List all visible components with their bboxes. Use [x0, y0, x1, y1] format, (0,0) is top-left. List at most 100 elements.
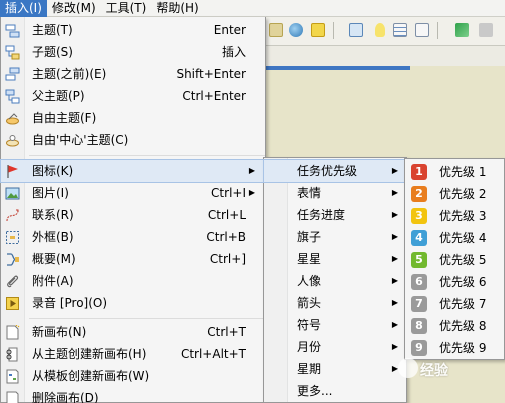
- menu-item-priority-5[interactable]: 5 优先级 5: [405, 249, 504, 271]
- topic-before-icon: [5, 67, 20, 81]
- menu-item-floating-central-topic[interactable]: 自由'中心'主题(C): [1, 129, 265, 151]
- menu-item-sheet-from-topic[interactable]: 从主题创建新画布(H) Ctrl+Alt+T: [1, 343, 265, 365]
- menu-item-task-progress[interactable]: 任务进度 ▶: [264, 204, 406, 226]
- menu-item-floating-topic[interactable]: 自由主题(F): [1, 107, 265, 129]
- menu-item-parent-topic[interactable]: 父主题(P) Ctrl+Enter: [1, 85, 265, 107]
- parent-topic-icon: [5, 89, 20, 104]
- submenu-arrow-icon: ▶: [391, 276, 398, 285]
- priority-3-icon: 3: [411, 208, 427, 224]
- menu-item-priority-6[interactable]: 6 优先级 6: [405, 271, 504, 293]
- new-sheet-icon: [6, 325, 20, 340]
- menu-item-flags[interactable]: 旗子 ▶: [264, 226, 406, 248]
- menu-item-task-priority[interactable]: 任务优先级 ▶: [263, 159, 407, 183]
- menu-item-people[interactable]: 人像 ▶: [264, 270, 406, 292]
- subtopic-icon: [5, 45, 20, 60]
- submenu-arrow-icon: ▶: [248, 166, 255, 175]
- watermark-text: 经验: [420, 363, 448, 379]
- delete-sheet-icon: [6, 391, 19, 403]
- menu-item-priority-9[interactable]: 9 优先级 9: [405, 337, 504, 359]
- menu-item-priority-7[interactable]: 7 优先级 7: [405, 293, 504, 315]
- priority-5-icon: 5: [411, 252, 427, 268]
- tab-strip: [265, 46, 505, 66]
- paperclip-icon: [7, 275, 19, 288]
- menu-item-priority-8[interactable]: 8 优先级 8: [405, 315, 504, 337]
- priority-2-icon: 2: [411, 186, 427, 202]
- menu-item-new-sheet[interactable]: 新画布(N) Ctrl+T: [1, 321, 265, 343]
- menu-item-image[interactable]: 图片(I) Ctrl+I ▶: [1, 182, 265, 204]
- task-check-icon[interactable]: [415, 23, 429, 37]
- submenu-arrow-icon: ▶: [391, 210, 398, 219]
- menu-item-record-audio[interactable]: 录音 [Pro](O): [1, 292, 265, 314]
- priority-9-icon: 9: [411, 340, 427, 356]
- menu-help[interactable]: 帮助(H): [151, 0, 203, 17]
- menu-item-arrows[interactable]: 箭头 ▶: [264, 292, 406, 314]
- menu-item-summary[interactable]: 概要(M) Ctrl+]: [1, 248, 265, 270]
- menu-item-weekdays[interactable]: 星期 ▶: [264, 358, 406, 380]
- priority-submenu: 1 优先级 1 2 优先级 2 3 优先级 3 4 优先级 4 5 优先级 5 6 优先级 …: [404, 158, 505, 360]
- toolbar-separator: [437, 22, 438, 39]
- toolbar-separator: [333, 22, 334, 39]
- menu-item-delete-sheet[interactable]: 删除画布(D): [1, 387, 265, 403]
- menu-insert[interactable]: 插入(I): [0, 0, 47, 17]
- floating-topic-icon: [6, 113, 19, 125]
- menu-item-sheet-from-template[interactable]: 从模板创建新画布(W): [1, 365, 265, 387]
- menu-item-priority-4[interactable]: 4 优先级 4: [405, 227, 504, 249]
- upload-arrow-icon[interactable]: [479, 23, 493, 37]
- marker-submenu: 任务优先级 ▶ 表情 ▶ 任务进度 ▶ 旗子 ▶ 星星 ▶ 人像 ▶ 箭头 ▶ 符号 ▶ 月份 ▶…: [263, 157, 407, 403]
- menu-item-smiley[interactable]: 表情 ▶: [264, 182, 406, 204]
- relationship-icon: [6, 209, 19, 222]
- watermark-logo-icon: [398, 358, 418, 378]
- menu-item-symbols[interactable]: 符号 ▶: [264, 314, 406, 336]
- menu-item-subtopic[interactable]: 子题(S) 插入: [1, 41, 265, 63]
- submenu-arrow-icon: ▶: [391, 320, 398, 329]
- menu-item-markers[interactable]: 图标(K) ▶: [0, 159, 266, 183]
- sheet-from-topic-icon: [6, 347, 18, 362]
- menu-modify[interactable]: 修改(M): [47, 0, 101, 17]
- menu-tools[interactable]: 工具(T): [101, 0, 152, 17]
- priority-7-icon: 7: [411, 296, 427, 312]
- toolbar: [265, 17, 505, 46]
- submenu-arrow-icon: ▶: [248, 188, 255, 197]
- lightbulb-icon[interactable]: [375, 23, 385, 37]
- menu-item-attachment[interactable]: 附件(A): [1, 270, 265, 292]
- submenu-arrow-icon: ▶: [391, 232, 398, 241]
- insert-menu: 主题(T) Enter 子题(S) 插入 主题(之前)(E) Shift+Ent…: [0, 17, 266, 403]
- summary-icon: [7, 253, 19, 266]
- priority-8-icon: 8: [411, 318, 427, 334]
- menu-item-priority-1[interactable]: 1 优先级 1: [405, 161, 504, 183]
- topic-icon: [5, 24, 20, 38]
- play-icon[interactable]: [311, 23, 325, 37]
- submenu-arrow-icon: ▶: [391, 188, 398, 197]
- menu-separator: [29, 155, 265, 156]
- menu-item-more[interactable]: 更多...: [264, 380, 406, 402]
- menu-item-priority-2[interactable]: 2 优先级 2: [405, 183, 504, 205]
- gantt-icon[interactable]: [393, 23, 407, 37]
- sheet-from-template-icon: [6, 369, 19, 384]
- record-icon: [6, 297, 19, 310]
- globe-icon[interactable]: [289, 23, 303, 37]
- submenu-arrow-icon: ▶: [391, 166, 398, 175]
- menu-item-boundary[interactable]: 外框(B) Ctrl+B: [1, 226, 265, 248]
- menu-bar: 插入(I) 修改(M) 工具(T) 帮助(H): [0, 0, 505, 17]
- menu-item-relationship[interactable]: 联系(R) Ctrl+L: [1, 204, 265, 226]
- priority-1-icon: 1: [411, 164, 427, 180]
- flag-icon: [7, 165, 18, 178]
- priority-4-icon: 4: [411, 230, 427, 246]
- active-tab-indicator: [265, 66, 410, 70]
- submenu-arrow-icon: ▶: [391, 298, 398, 307]
- submenu-arrow-icon: ▶: [391, 254, 398, 263]
- download-arrow-icon[interactable]: [455, 23, 469, 37]
- toolbar-style-icon[interactable]: [269, 23, 283, 37]
- menu-item-topic[interactable]: 主题(T) Enter: [1, 19, 265, 41]
- submenu-arrow-icon: ▶: [391, 342, 398, 351]
- menu-item-months[interactable]: 月份 ▶: [264, 336, 406, 358]
- presentation-icon[interactable]: [349, 23, 363, 37]
- priority-6-icon: 6: [411, 274, 427, 290]
- image-icon: [5, 187, 20, 200]
- menu-item-priority-3[interactable]: 3 优先级 3: [405, 205, 504, 227]
- menu-separator: [29, 318, 265, 319]
- boundary-icon: [6, 231, 19, 244]
- floating-central-topic-icon: [6, 135, 19, 147]
- menu-item-topic-before[interactable]: 主题(之前)(E) Shift+Enter: [1, 63, 265, 85]
- menu-item-stars[interactable]: 星星 ▶: [264, 248, 406, 270]
